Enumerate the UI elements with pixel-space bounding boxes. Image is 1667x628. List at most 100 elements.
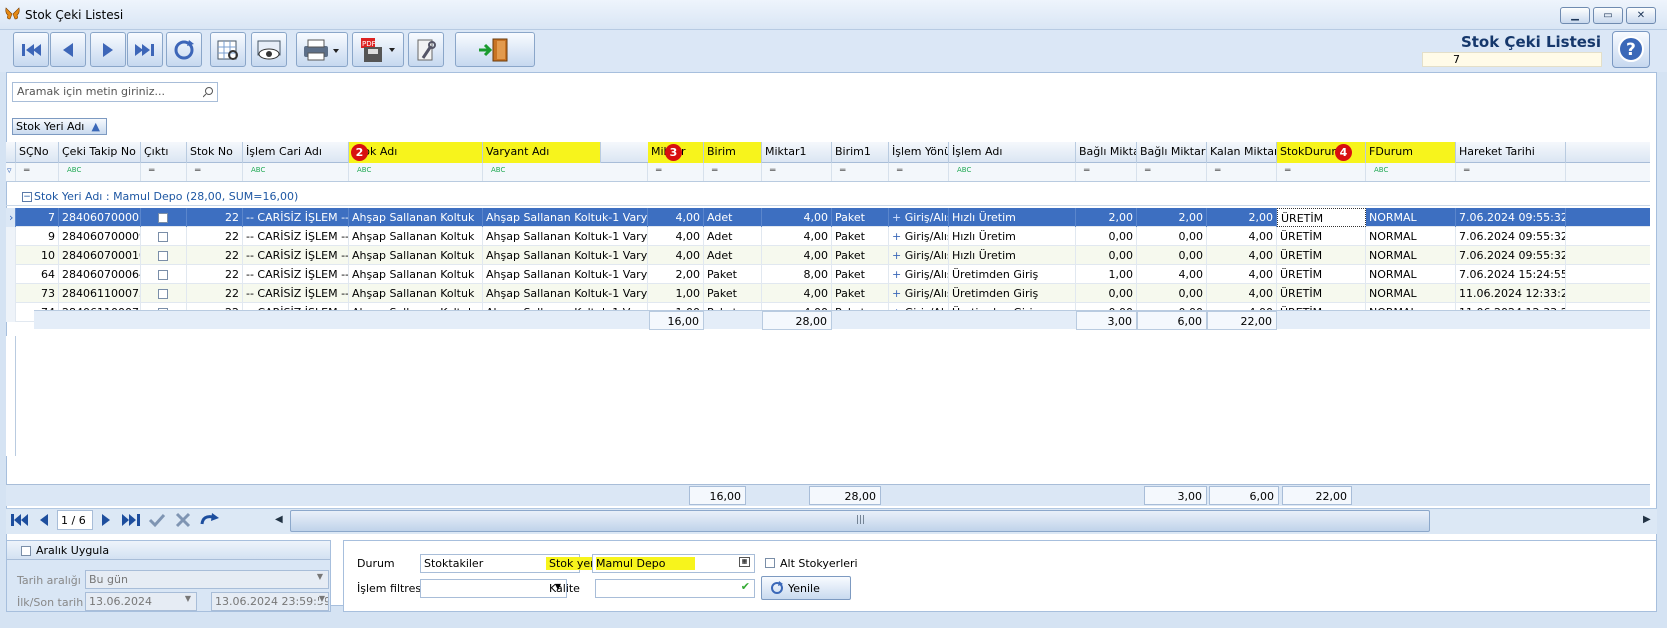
column-header[interactable]: SÇNo <box>16 142 59 163</box>
exit-button[interactable] <box>455 32 535 67</box>
group-row[interactable]: − Stok Yeri Adı : Mamul Depo (28,00, SUM… <box>6 188 1650 206</box>
table-cell[interactable]: 2840607000076 <box>59 208 141 227</box>
table-cell[interactable]: + Giriş/Alış <box>889 208 949 227</box>
horizontal-scrollbar[interactable]: ||| <box>290 510 1430 532</box>
column-header[interactable]: İşlem Cari Adı <box>243 142 349 163</box>
nav-cancel-icon[interactable] <box>174 512 192 531</box>
text-filter-cell[interactable]: ABC <box>59 163 141 181</box>
equals-filter-icon[interactable]: ═ <box>762 163 832 181</box>
column-header[interactable]: Stok No <box>187 142 243 163</box>
table-cell[interactable]: 2,00 <box>1076 208 1137 227</box>
table-cell[interactable]: + Giriş/Alış <box>889 265 949 284</box>
nav-first-icon[interactable] <box>10 512 30 531</box>
table-cell[interactable]: 64 <box>16 265 59 284</box>
checkbox-icon[interactable] <box>158 251 168 261</box>
table-cell[interactable]: 2,00 <box>1137 208 1207 227</box>
print-checkbox[interactable] <box>141 246 187 265</box>
nav-apply-icon[interactable] <box>148 512 166 531</box>
stok-yeri-input[interactable]: Mamul Depo ▦ <box>592 554 755 573</box>
table-cell[interactable]: 7.06.2024 15:24:55 <box>1456 265 1566 284</box>
table-row[interactable]: 64284060700064922-- CARİSİZ İŞLEM --Ahşa… <box>6 265 1650 284</box>
column-header[interactable]: FDurum <box>1366 142 1456 163</box>
table-cell[interactable]: 0,00 <box>1076 284 1137 303</box>
equals-filter-icon[interactable]: ═ <box>889 163 949 181</box>
checkbox-icon[interactable] <box>158 270 168 280</box>
table-cell[interactable]: -- CARİSİZ İŞLEM -- <box>243 284 349 303</box>
table-row[interactable]: 102840607000106 22-- CARİSİZ İŞLEM --Ahşa… <box>6 246 1650 265</box>
table-cell[interactable]: Ahşap Sallanan Koltuk-1 Varyantı <box>483 227 648 246</box>
table-cell[interactable]: + Giriş/Alış <box>889 284 949 303</box>
table-cell[interactable]: -- CARİSİZ İŞLEM -- <box>243 246 349 265</box>
table-cell[interactable]: 2840611000734 <box>59 284 141 303</box>
table-cell[interactable]: 73 <box>16 284 59 303</box>
table-cell[interactable]: 4,00 <box>1207 227 1277 246</box>
table-cell[interactable]: Ahşap Sallanan Koltuk <box>349 208 483 227</box>
table-cell[interactable]: 4,00 <box>762 227 832 246</box>
first-date-input[interactable]: 13.06.2024 ▼ <box>85 592 197 611</box>
last-date-input[interactable]: 13.06.2024 23:59:59 ▼ <box>211 592 329 611</box>
table-cell[interactable]: Paket <box>832 265 889 284</box>
islem-filtresi-select[interactable]: ▼ <box>420 579 567 598</box>
table-cell[interactable]: 2840607000106 <box>59 246 141 265</box>
column-header[interactable]: Çeki Takip No <box>59 142 141 163</box>
grid-settings-button[interactable] <box>210 32 246 67</box>
help-button[interactable]: ? <box>1612 31 1650 68</box>
table-cell[interactable]: Ahşap Sallanan Koltuk <box>349 246 483 265</box>
tools-button[interactable] <box>408 32 444 67</box>
table-cell[interactable]: Ahşap Sallanan Koltuk-1 Varyantı <box>483 208 648 227</box>
table-cell[interactable]: 2840607000090 <box>59 227 141 246</box>
equals-filter-icon[interactable]: ═ <box>832 163 889 181</box>
table-cell[interactable]: -- CARİSİZ İŞLEM -- <box>243 208 349 227</box>
minimize-button[interactable]: ▁ <box>1560 7 1590 24</box>
last-record-button[interactable] <box>127 32 163 67</box>
table-cell[interactable]: 10 <box>16 246 59 265</box>
table-cell[interactable]: -- CARİSİZ İŞLEM -- <box>243 265 349 284</box>
search-input[interactable]: Aramak için metin giriniz... <box>12 82 218 102</box>
table-cell[interactable]: 2,00 <box>1207 208 1277 227</box>
column-header[interactable]: StokDurum <box>1277 142 1366 163</box>
table-cell[interactable]: Hızlı Üretim <box>949 246 1076 265</box>
print-checkbox[interactable] <box>141 227 187 246</box>
table-cell[interactable]: ÜRETİM <box>1277 265 1366 284</box>
table-cell[interactable]: Hızlı Üretim <box>949 208 1076 227</box>
scroll-right-icon[interactable]: ▶ <box>1643 514 1651 525</box>
column-header[interactable]: İşlem Adı <box>949 142 1076 163</box>
table-cell[interactable]: 7 <box>16 208 59 227</box>
table-row[interactable]: ›7284060700007622-- CARİSİZ İŞLEM --Ahşa… <box>6 208 1650 227</box>
table-cell[interactable]: NORMAL <box>1366 284 1456 303</box>
equals-filter-icon[interactable]: ═ <box>187 163 243 181</box>
table-cell[interactable]: NORMAL <box>1366 227 1456 246</box>
print-checkbox[interactable] <box>141 284 187 303</box>
column-header[interactable]: Birim <box>704 142 762 163</box>
table-cell[interactable]: Paket <box>832 284 889 303</box>
column-header[interactable]: Hareket Tarihi <box>1456 142 1566 163</box>
text-filter-cell[interactable]: ABC <box>1366 163 1456 181</box>
nav-last-icon[interactable] <box>121 512 141 531</box>
equals-filter-icon[interactable]: ═ <box>1277 163 1366 181</box>
table-cell[interactable]: 9 <box>16 227 59 246</box>
column-header[interactable]: İşlem Yönü <box>889 142 949 163</box>
table-cell[interactable]: 0,00 <box>1076 246 1137 265</box>
table-cell[interactable]: 7.06.2024 09:55:32 <box>1456 208 1566 227</box>
text-filter-cell[interactable]: ABC <box>483 163 648 181</box>
page-indicator[interactable]: 1 / 6 <box>57 510 93 530</box>
table-cell[interactable]: NORMAL <box>1366 208 1456 227</box>
table-cell[interactable]: Paket <box>704 265 762 284</box>
maximize-button[interactable]: ▭ <box>1593 7 1623 24</box>
table-cell[interactable]: Adet <box>704 246 762 265</box>
table-cell[interactable]: + Giriş/Alış <box>889 246 949 265</box>
table-cell[interactable]: Hızlı Üretim <box>949 227 1076 246</box>
close-button[interactable]: ✕ <box>1626 7 1656 24</box>
table-cell[interactable]: 2,00 <box>648 265 704 284</box>
table-cell[interactable]: 4,00 <box>648 227 704 246</box>
equals-filter-icon[interactable]: ═ <box>1137 163 1207 181</box>
table-cell[interactable]: Paket <box>832 227 889 246</box>
equals-filter-icon[interactable]: ═ <box>1456 163 1566 181</box>
table-cell[interactable]: 8,00 <box>762 265 832 284</box>
table-cell[interactable]: 4,00 <box>1207 284 1277 303</box>
table-cell[interactable]: 4,00 <box>1137 265 1207 284</box>
table-cell[interactable]: 2840607000649 <box>59 265 141 284</box>
table-cell[interactable]: 22 <box>187 246 243 265</box>
table-cell[interactable]: 22 <box>187 227 243 246</box>
auto-filter-row[interactable]: ▿ ═ ABC ═ ═ ABC ABC ABC ═ ═ ═ ═ ═ ABC ═ ═ ═ ═ ABC ═ <box>6 163 1650 182</box>
